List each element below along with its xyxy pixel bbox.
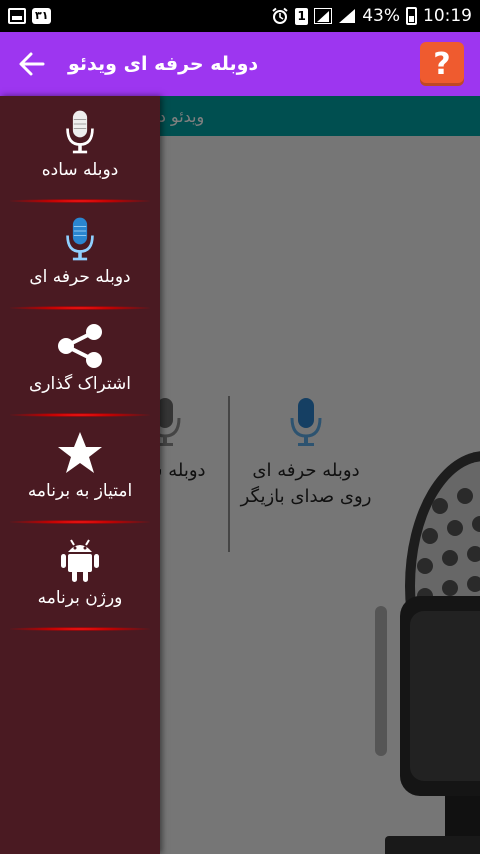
drawer-item-professional-dubbing[interactable]: دوبله حرفه ای bbox=[0, 203, 160, 310]
gallery-notification-icon bbox=[8, 8, 26, 24]
app-toolbar: دوبله حرفه ای ویدئو ? bbox=[0, 32, 480, 96]
drawer-item-app-version[interactable]: ورژن برنامه bbox=[0, 524, 160, 631]
arrow-left-icon bbox=[19, 52, 45, 76]
android-icon bbox=[61, 539, 99, 582]
share-icon bbox=[58, 324, 102, 368]
status-bar-left: ۳۱ bbox=[8, 8, 52, 24]
drawer-item-label: اشتراک گذاری bbox=[28, 374, 132, 394]
drawer-item-share[interactable]: اشتراک گذاری bbox=[0, 310, 160, 417]
drawer-item-label: دوبله ساده bbox=[41, 160, 119, 180]
drawer-separator bbox=[10, 627, 150, 631]
alarm-icon bbox=[272, 7, 288, 24]
sim-indicator: 1 bbox=[295, 7, 309, 25]
drawer-item-simple-dubbing[interactable]: دوبله ساده bbox=[0, 96, 160, 203]
question-icon: ? bbox=[433, 46, 451, 82]
status-bar-right: 1 43% 10:19 bbox=[271, 6, 472, 26]
calendar-notification-badge: ۳۱ bbox=[32, 8, 52, 24]
status-bar: ۳۱ 1 43% 10:19 bbox=[0, 0, 480, 32]
star-icon bbox=[58, 432, 102, 473]
battery-percent: 43% bbox=[362, 6, 400, 26]
microphone-white-icon bbox=[66, 110, 94, 154]
back-button[interactable] bbox=[16, 48, 48, 80]
battery-icon bbox=[406, 7, 417, 25]
signal-icon-sim2 bbox=[339, 9, 356, 23]
signal-icon-sim1 bbox=[314, 8, 333, 24]
navigation-drawer: دوبله ساده دوبله حرفه ای اشتراک گذاری ام… bbox=[0, 96, 160, 854]
toolbar-title: دوبله حرفه ای ویدئو bbox=[68, 53, 259, 75]
clock: 10:19 bbox=[423, 6, 472, 26]
drawer-item-rate-app[interactable]: امتیاز به برنامه bbox=[0, 417, 160, 524]
microphone-blue-icon bbox=[66, 217, 94, 261]
drawer-item-label: امتیاز به برنامه bbox=[27, 481, 133, 501]
help-button[interactable]: ? bbox=[420, 42, 464, 86]
drawer-item-label: دوبله حرفه ای bbox=[29, 267, 131, 287]
drawer-item-label: ورژن برنامه bbox=[37, 588, 123, 608]
